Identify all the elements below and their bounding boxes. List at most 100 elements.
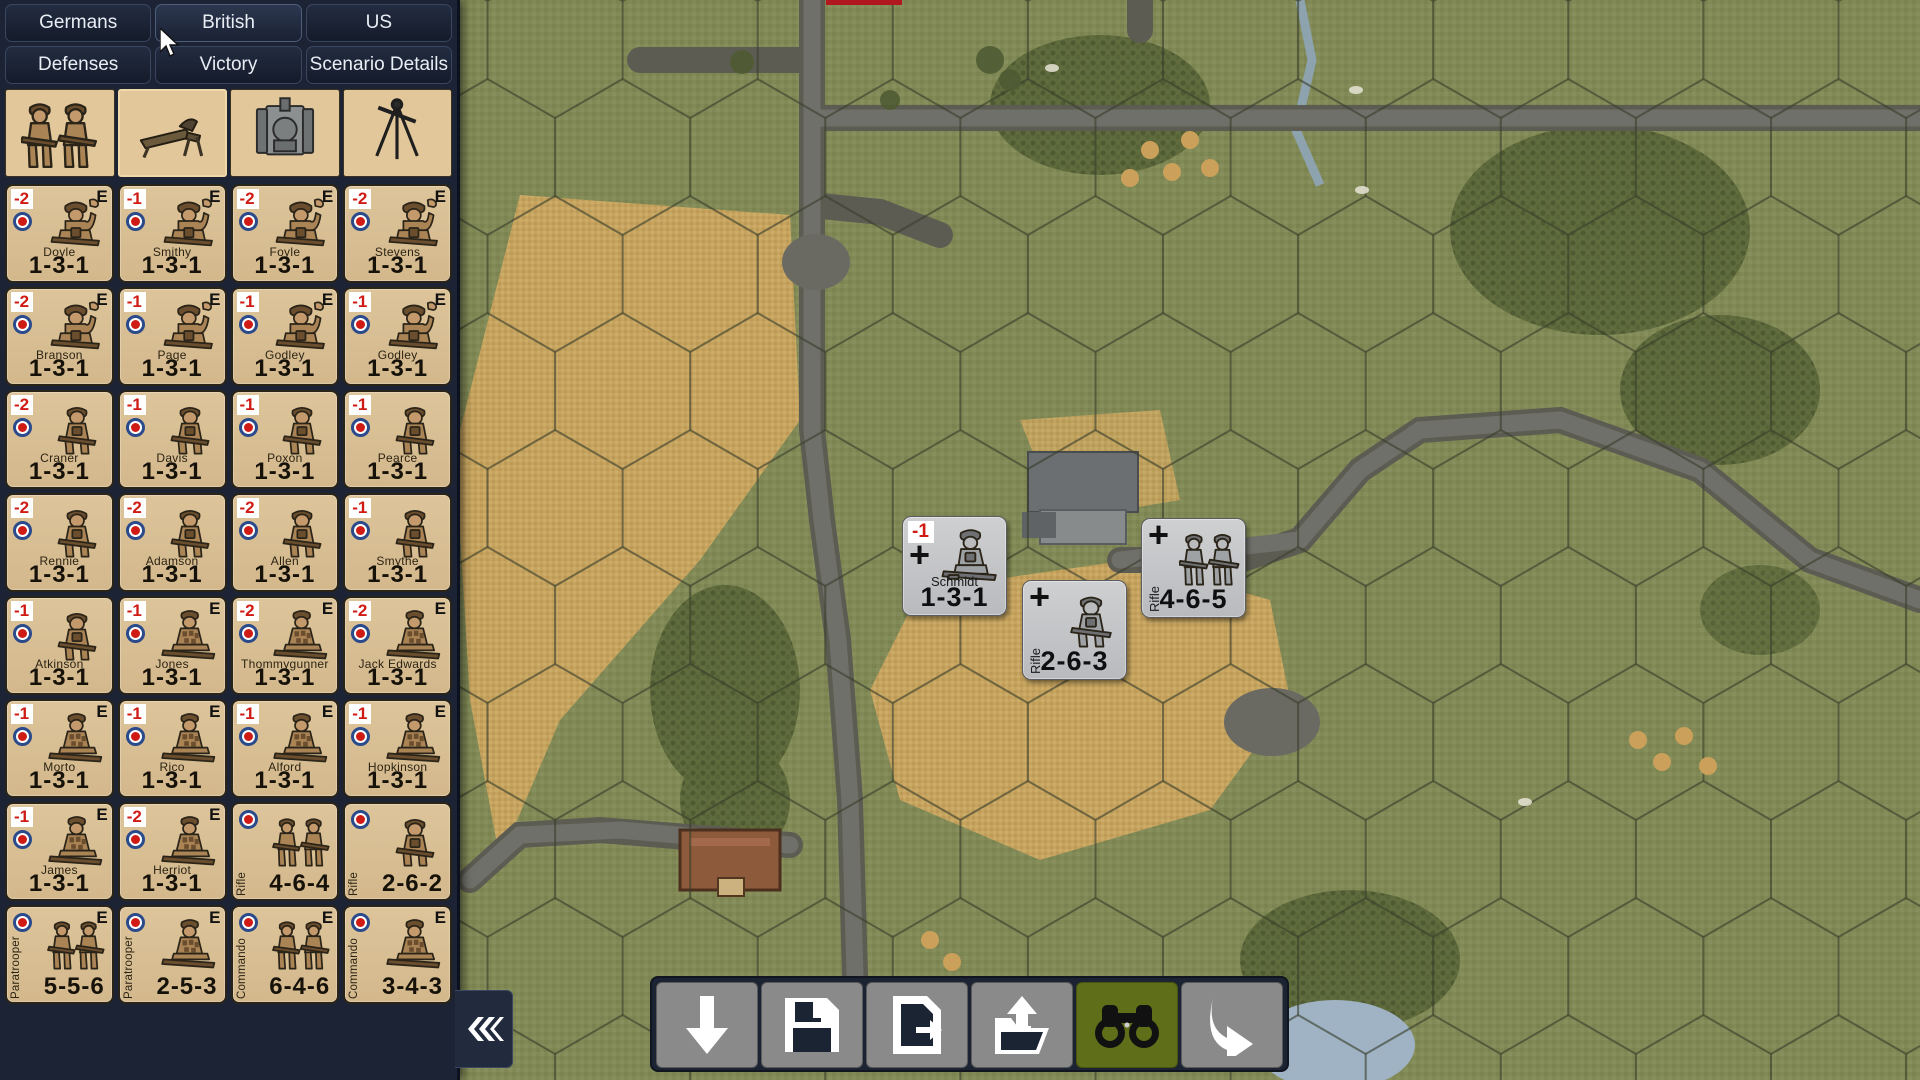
unit-type-infantry-squad[interactable] (5, 89, 115, 177)
morale-badge: -1 (349, 498, 372, 518)
unit-counter[interactable]: E Commando 3-4-3 (343, 905, 452, 1004)
unit-counter[interactable]: -1 E Hopkinson 1-3-1 (343, 699, 452, 798)
unit-stats: 1-3-1 (141, 252, 203, 279)
unit-type-support-weapon[interactable] (342, 89, 452, 177)
file-export-icon (888, 993, 946, 1057)
unit-counter[interactable]: -1 Poxon 1-3-1 (230, 390, 340, 489)
unit-counter[interactable]: -2 E Jack Edwards 1-3-1 (343, 596, 452, 695)
unit-stats: 1-3-1 (254, 561, 316, 588)
unit-counter[interactable]: E Paratrooper 2-5-3 (117, 905, 227, 1004)
raf-roundel-icon (238, 624, 258, 643)
morale-badge: -2 (349, 601, 372, 621)
raf-roundel-icon (13, 727, 32, 746)
unit-sprite-two-soldiers (271, 810, 333, 868)
tab-label: Defenses (38, 54, 119, 75)
raf-roundel-icon (238, 212, 258, 231)
unit-stats: 6-4-6 (269, 973, 331, 1000)
toolbar-undo-button[interactable] (1181, 982, 1283, 1068)
unit-counter[interactable]: -1 E Smithy 1-3-1 (117, 184, 227, 283)
unit-counter[interactable]: E Commando 6-4-6 (230, 905, 340, 1004)
unit-counter[interactable]: -2 Allen 1-3-1 (230, 493, 340, 592)
unit-stats: 1-3-1 (141, 767, 203, 794)
unit-counter[interactable]: -2 E Herriot 1-3-1 (117, 802, 227, 901)
unit-counter[interactable]: -2 E Branson 1-3-1 (5, 287, 114, 386)
unit-counter[interactable]: -1 Davis 1-3-1 (117, 390, 227, 489)
raf-roundel-icon (13, 521, 32, 540)
unit-counter[interactable]: -1 E Godley 1-3-1 (230, 287, 340, 386)
tab-defenses[interactable]: Defenses (5, 46, 152, 84)
tab-us[interactable]: US (305, 4, 452, 42)
unit-counter[interactable]: -1 E Jones 1-3-1 (117, 596, 227, 695)
unit-sprite-commando (384, 604, 446, 662)
raf-roundel-icon (351, 624, 371, 643)
raf-roundel-icon (238, 521, 258, 540)
unit-sprite-cheering-soldier (384, 295, 446, 353)
morale-badge: -1 (123, 395, 146, 415)
unit-counter[interactable]: Rifle 4-6-4 (230, 802, 340, 901)
unit-counter[interactable]: -1 E James 1-3-1 (5, 802, 114, 901)
morale-badge: -1 (123, 292, 146, 312)
raf-roundel-icon (238, 810, 258, 829)
toolbar-export-button[interactable] (866, 982, 968, 1068)
unit-counter[interactable]: -2 E Doyle 1-3-1 (5, 184, 114, 283)
morale-badge: -1 (236, 704, 259, 724)
map-unit-schmidt[interactable]: -1 + Schmidt 1-3-1 (902, 516, 1007, 616)
unit-type-machine-gun[interactable] (117, 89, 227, 177)
unit-stats: 1-3-1 (141, 561, 203, 588)
unit-counter[interactable]: -1 Pearce 1-3-1 (343, 390, 452, 489)
toolbar-download-button[interactable] (656, 982, 758, 1068)
unit-stats: 5-5-6 (43, 973, 105, 1000)
unit-sprite-cheering-soldier (46, 295, 108, 353)
unit-counter[interactable]: -2 Craner 1-3-1 (5, 390, 114, 489)
tab-victory[interactable]: Victory (155, 46, 302, 84)
unit-counter[interactable]: -2 Rennie 1-3-1 (5, 493, 114, 592)
unit-sprite-commando (271, 707, 333, 765)
toolbar-observe-button[interactable] (1076, 982, 1178, 1068)
unit-counter[interactable]: -1 E Alford 1-3-1 (230, 699, 340, 798)
raf-roundel-icon (351, 418, 371, 437)
raf-roundel-icon (125, 727, 145, 746)
unit-counter[interactable]: -1 E Morto 1-3-1 (5, 699, 114, 798)
unit-counter[interactable]: -1 E Rico 1-3-1 (117, 699, 227, 798)
unit-stats: 1-3-1 (920, 582, 989, 612)
unit-counter[interactable]: -1 Atkinson 1-3-1 (5, 596, 114, 695)
map-unit-rifle-465[interactable]: + Rifle 4-6-5 (1141, 517, 1246, 618)
map-unit-rifle-263[interactable]: + Rifle 2-6-3 (1022, 579, 1127, 680)
unit-stats: 1-3-1 (254, 355, 316, 382)
raf-roundel-icon (351, 913, 371, 932)
unit-counter[interactable]: E Paratrooper 5-5-6 (5, 905, 114, 1004)
unit-type-vehicle[interactable] (230, 89, 340, 177)
unit-stats: 1-3-1 (254, 252, 316, 279)
collapse-panel-button[interactable] (455, 990, 513, 1068)
unit-stats: 1-3-1 (367, 561, 429, 588)
unit-sprite-commando (159, 707, 221, 765)
tab-germans[interactable]: Germans (5, 4, 152, 42)
toolbar-open-button[interactable] (971, 982, 1073, 1068)
binoculars-icon (1094, 1001, 1160, 1049)
unit-stats: 4-6-5 (1159, 584, 1228, 614)
unit-stats: 1-3-1 (28, 664, 90, 691)
unit-stats: 1-3-1 (254, 767, 316, 794)
tab-british[interactable]: British (155, 4, 302, 42)
unit-stats: 1-3-1 (141, 355, 203, 382)
unit-sprite-commando (384, 707, 446, 765)
morale-badge: -1 (11, 601, 34, 621)
toolbar-save-button[interactable] (761, 982, 863, 1068)
unit-stats: 1-3-1 (367, 355, 429, 382)
morale-badge: -2 (11, 395, 34, 415)
unit-counter[interactable]: Rifle 2-6-2 (343, 802, 452, 901)
raf-roundel-icon (125, 315, 145, 334)
unit-counter[interactable]: -1 E Godley 1-3-1 (343, 287, 452, 386)
unit-sprite-cheering-soldier (159, 192, 221, 250)
unit-counter[interactable]: -1 Smythe 1-3-1 (343, 493, 452, 592)
unit-counter[interactable]: -2 E Stevens 1-3-1 (343, 184, 452, 283)
tab-scenario-details[interactable]: Scenario Details (305, 46, 452, 84)
balkenkreuz-icon: + (909, 534, 931, 575)
unit-counter[interactable]: -1 E Page 1-3-1 (117, 287, 227, 386)
unit-counter[interactable]: -2 Adamson 1-3-1 (117, 493, 227, 592)
unit-stats: 2-6-2 (381, 870, 443, 897)
unit-counter[interactable]: -2 E Foyle 1-3-1 (230, 184, 340, 283)
unit-counter[interactable]: -2 E Thommygunner 1-3-1 (230, 596, 340, 695)
unit-sprite-commando (46, 810, 108, 868)
unit-stats: 1-3-1 (28, 355, 90, 382)
